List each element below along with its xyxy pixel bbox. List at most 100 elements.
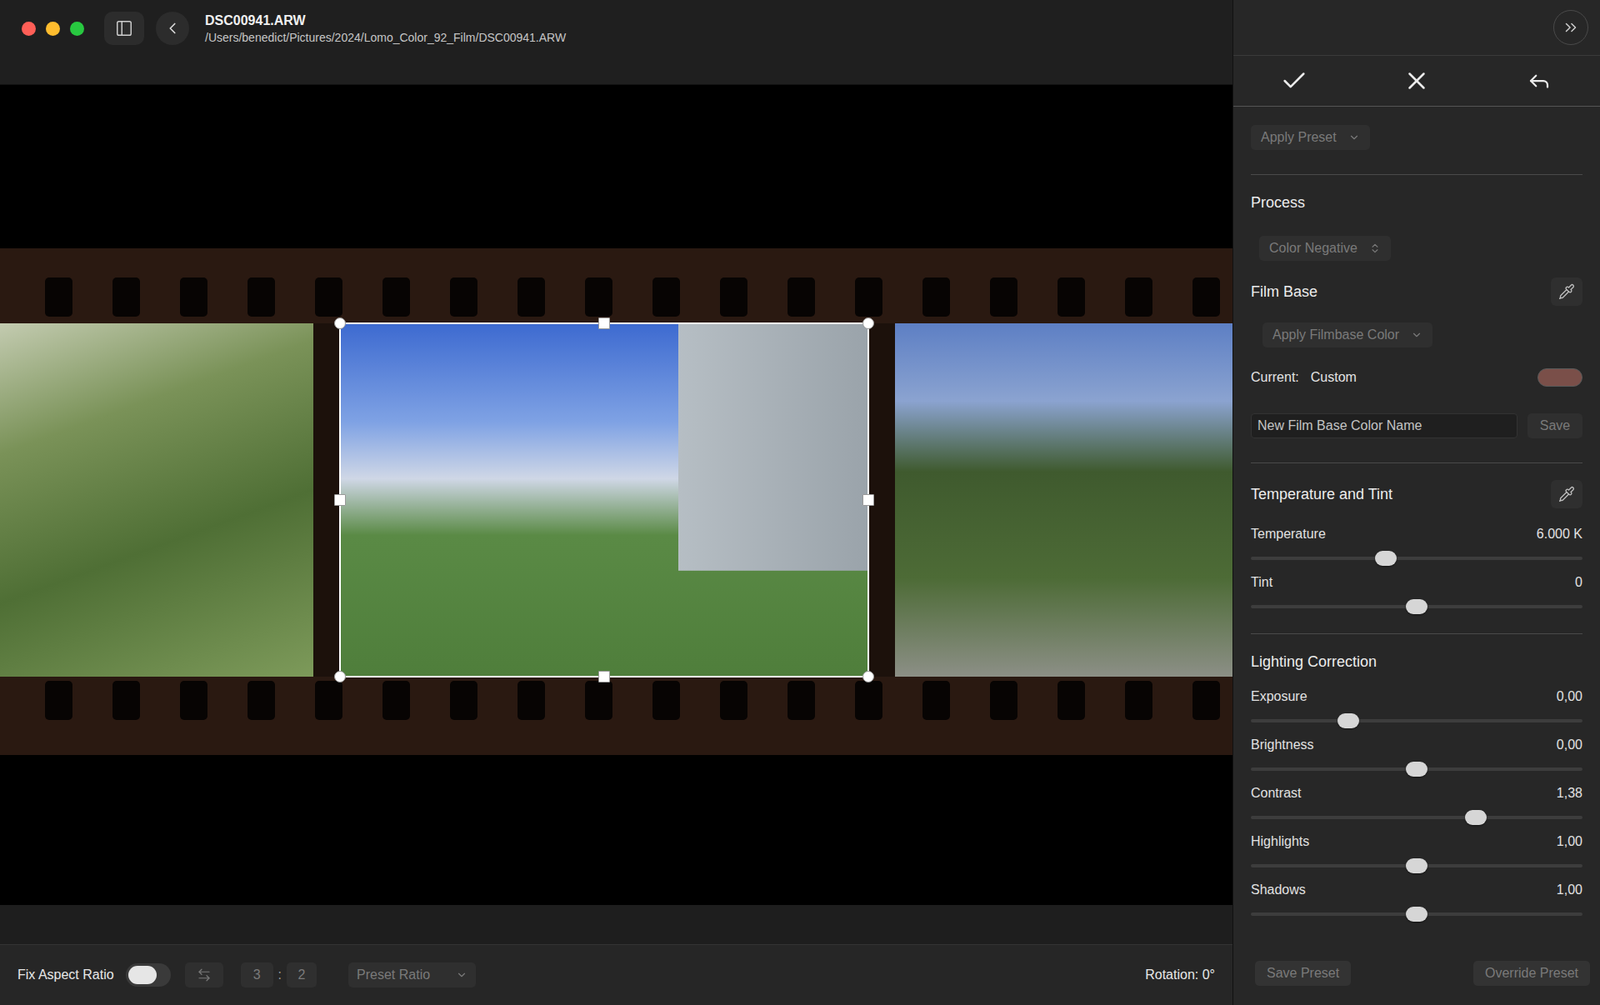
slider[interactable] bbox=[1250, 598, 1583, 615]
film-edge bbox=[0, 248, 1233, 324]
slider-row: Temperature6.000 K bbox=[1250, 525, 1583, 567]
sprocket-hole bbox=[1057, 680, 1085, 720]
toggle-knob bbox=[128, 965, 157, 985]
sprocket-hole bbox=[450, 680, 478, 720]
sprocket-hole bbox=[382, 680, 410, 720]
slider-thumb[interactable] bbox=[1405, 906, 1428, 922]
preset-ratio-dropdown[interactable]: Preset Ratio bbox=[348, 962, 476, 988]
apply-preset-dropdown[interactable]: Apply Preset bbox=[1250, 125, 1370, 150]
panel-footer: Save Preset Override Preset bbox=[1233, 960, 1600, 1005]
sprocket-hole bbox=[45, 680, 73, 720]
slider[interactable] bbox=[1250, 760, 1583, 778]
film-frames bbox=[0, 323, 1233, 677]
slider-label: Temperature bbox=[1250, 526, 1326, 542]
slider-thumb[interactable] bbox=[1405, 858, 1428, 874]
sprocket-hole bbox=[787, 680, 815, 720]
film-base-name-input[interactable] bbox=[1250, 413, 1518, 439]
slider-row: Brightness0,00 bbox=[1250, 736, 1583, 778]
slider-thumb[interactable] bbox=[1375, 550, 1397, 566]
crop-handle[interactable] bbox=[334, 494, 346, 506]
sprocket-holes bbox=[0, 277, 1233, 317]
slider-value: 0 bbox=[1575, 575, 1583, 590]
slider-label-line: Highlights1,00 bbox=[1250, 833, 1583, 850]
ratio-width-field[interactable]: 3 bbox=[240, 962, 274, 988]
crop-handle[interactable] bbox=[598, 317, 610, 330]
crop-handle[interactable] bbox=[862, 494, 875, 506]
slider-track bbox=[1250, 815, 1583, 820]
sidebar-toggle-button[interactable] bbox=[104, 11, 145, 45]
eyedropper-icon bbox=[1558, 485, 1575, 503]
reset-button[interactable] bbox=[1519, 62, 1560, 100]
slider-label: Highlights bbox=[1250, 834, 1310, 850]
sprocket-hole bbox=[990, 680, 1018, 720]
fix-aspect-ratio-label: Fix Aspect Ratio bbox=[17, 967, 115, 983]
slider[interactable] bbox=[1250, 857, 1583, 875]
confirm-button[interactable] bbox=[1274, 62, 1315, 100]
film-base-swatch[interactable] bbox=[1537, 368, 1583, 387]
divider bbox=[1250, 462, 1583, 464]
sprocket-hole bbox=[855, 277, 883, 317]
slider[interactable] bbox=[1250, 712, 1583, 730]
slider-thumb[interactable] bbox=[1405, 599, 1428, 615]
sprocket-hole bbox=[652, 277, 680, 317]
film-frame bbox=[895, 323, 1233, 677]
crop-frame[interactable] bbox=[340, 323, 869, 677]
crop-handle[interactable] bbox=[862, 670, 875, 683]
window-controls bbox=[21, 21, 85, 36]
slider-thumb[interactable] bbox=[1405, 761, 1428, 777]
ratio-separator: : bbox=[278, 967, 282, 983]
slider-value: 0,00 bbox=[1556, 689, 1583, 705]
slider[interactable] bbox=[1250, 550, 1583, 567]
apply-filmbase-dropdown[interactable]: Apply Filmbase Color bbox=[1262, 322, 1433, 348]
slider-label-line: Temperature6.000 K bbox=[1250, 525, 1583, 543]
crop-handle[interactable] bbox=[334, 317, 346, 330]
sprocket-hole bbox=[247, 277, 275, 317]
slider-track bbox=[1250, 556, 1583, 560]
collapse-panel-button[interactable] bbox=[1553, 10, 1589, 45]
close-light[interactable] bbox=[21, 21, 36, 36]
undo-icon bbox=[1526, 68, 1552, 94]
film-base-picker-button[interactable] bbox=[1550, 277, 1583, 306]
white-balance-picker-button[interactable] bbox=[1550, 480, 1583, 509]
image-canvas bbox=[0, 85, 1233, 905]
slider-thumb[interactable] bbox=[1337, 713, 1360, 729]
divider bbox=[1250, 633, 1583, 635]
back-button[interactable] bbox=[155, 11, 190, 45]
chevron-down-icon bbox=[455, 969, 468, 981]
crop-handle[interactable] bbox=[334, 670, 346, 683]
title-row: DSC00941.ARW/Users/benedict/Pictures/202… bbox=[0, 0, 566, 57]
current-label: Current: bbox=[1250, 370, 1300, 385]
cancel-button[interactable] bbox=[1396, 62, 1437, 100]
fix-aspect-ratio-toggle[interactable] bbox=[125, 963, 171, 987]
slider-label: Exposure bbox=[1250, 689, 1308, 705]
updown-icon bbox=[1369, 242, 1381, 255]
save-button[interactable]: Save bbox=[1527, 413, 1583, 439]
slider-label-line: Tint0 bbox=[1250, 574, 1583, 591]
crop-handle[interactable] bbox=[598, 670, 610, 683]
process-select[interactable]: Color Negative bbox=[1259, 235, 1391, 261]
slider-label-line: Exposure 0,00 bbox=[1250, 688, 1583, 705]
swap-icon bbox=[196, 967, 212, 983]
slider-thumb[interactable] bbox=[1465, 810, 1487, 825]
swap-ratio-button[interactable] bbox=[185, 962, 224, 988]
preset-ratio-label: Preset Ratio bbox=[356, 967, 430, 983]
section-title: Film Base bbox=[1250, 282, 1318, 301]
slider-row: Tint0 bbox=[1250, 574, 1583, 615]
current-value: Custom bbox=[1310, 370, 1357, 385]
slider[interactable] bbox=[1250, 905, 1583, 923]
preset-button[interactable]: Save Preset bbox=[1255, 960, 1351, 986]
film-base-name-row: Save bbox=[1250, 413, 1583, 439]
double-chevron-icon bbox=[1561, 18, 1580, 37]
minimize-light[interactable] bbox=[45, 21, 60, 36]
crop-handle[interactable] bbox=[862, 317, 875, 330]
slider-row: Shadows1,00 bbox=[1250, 881, 1583, 923]
ratio-height-field[interactable]: 2 bbox=[286, 962, 317, 988]
zoom-light[interactable] bbox=[70, 21, 85, 36]
slider-row: Exposure 0,00 bbox=[1250, 688, 1583, 730]
preset-button[interactable]: Override Preset bbox=[1473, 960, 1590, 986]
sprocket-hole bbox=[652, 680, 680, 720]
sprocket-hole bbox=[382, 277, 410, 317]
apply-preset-label: Apply Preset bbox=[1260, 130, 1337, 145]
main-area: DSC00941.ARW/Users/benedict/Pictures/202… bbox=[0, 0, 1233, 1005]
slider[interactable] bbox=[1250, 809, 1583, 826]
